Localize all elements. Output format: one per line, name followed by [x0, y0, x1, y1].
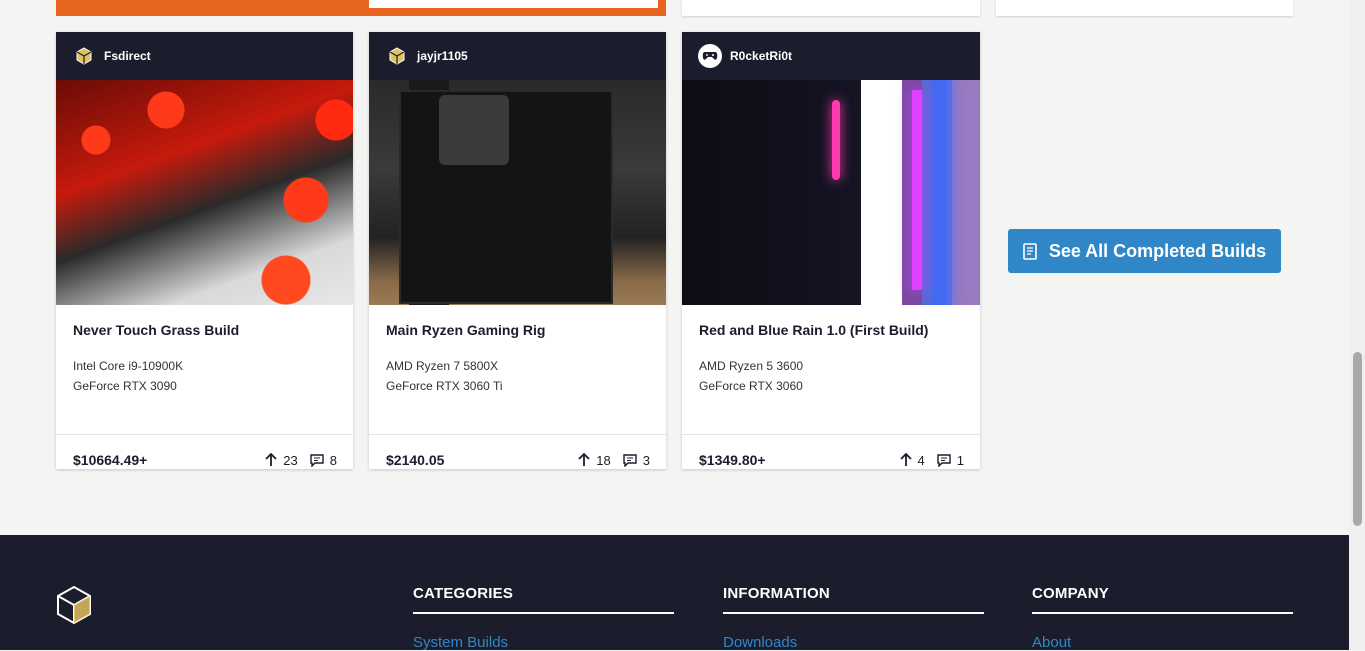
upvote-count: 4 — [917, 452, 925, 468]
comment-count: 8 — [329, 452, 337, 468]
comment-icon — [623, 453, 637, 467]
build-photo[interactable] — [369, 80, 666, 305]
build-photo[interactable] — [56, 80, 353, 305]
footer-column-categories: CATEGORIES System Builds — [413, 585, 674, 651]
build-title[interactable]: Main Ryzen Gaming Rig — [386, 322, 650, 338]
site-footer: CATEGORIES System Builds INFORMATION Dow… — [0, 535, 1349, 651]
username-link[interactable]: Fsdirect — [104, 49, 151, 63]
page-scrollbar[interactable] — [1349, 0, 1365, 650]
see-all-label: See All Completed Builds — [1048, 240, 1267, 261]
logo-icon[interactable] — [56, 585, 92, 630]
upvote-count: 18 — [596, 452, 611, 468]
arrow-up-icon — [578, 453, 590, 466]
comment-stat[interactable]: 8 — [310, 453, 337, 468]
upvote-stat[interactable]: 23 — [265, 452, 298, 468]
gamepad-icon — [698, 44, 722, 68]
cpu-spec: Intel Core i9-10900K — [73, 359, 184, 373]
scrollbar-thumb[interactable] — [1353, 352, 1362, 526]
build-title[interactable]: Red and Blue Rain 1.0 (First Build) — [699, 322, 964, 338]
card-header: R0cketRi0t — [682, 32, 980, 80]
comment-stat[interactable]: 3 — [623, 453, 650, 468]
arrow-up-icon — [899, 453, 912, 466]
build-price: $10664.49+ — [73, 452, 148, 468]
build-card[interactable]: R0cketRi0t Red and Blue Rain 1.0 (First … — [682, 32, 980, 469]
build-title[interactable]: Never Touch Grass Build — [73, 322, 337, 338]
previous-card-partial — [682, 0, 980, 16]
comment-icon — [310, 453, 324, 467]
gpu-spec: GeForce RTX 3060 Ti — [386, 379, 503, 393]
footer-link-system-builds[interactable]: System Builds — [413, 634, 674, 651]
previous-card-partial — [56, 0, 666, 16]
see-all-builds-button[interactable]: See All Completed Builds — [1008, 229, 1281, 273]
card-header: Fsdirect — [56, 32, 353, 80]
comment-stat[interactable]: 1 — [937, 453, 964, 468]
footer-link-about[interactable]: About — [1032, 634, 1293, 651]
footer-heading: CATEGORIES — [413, 585, 674, 614]
gpu-spec: GeForce RTX 3090 — [73, 379, 177, 393]
gpu-spec: GeForce RTX 3060 — [699, 379, 803, 393]
arrow-up-icon — [265, 453, 277, 466]
footer-link-downloads[interactable]: Downloads — [723, 634, 984, 651]
build-card[interactable]: Fsdirect Never Touch Grass Build Intel C… — [56, 32, 353, 469]
build-price: $1349.80+ — [699, 452, 766, 468]
comment-count: 3 — [642, 452, 650, 468]
footer-column-company: COMPANY About — [1032, 585, 1293, 651]
comment-icon — [937, 453, 951, 467]
previous-card-partial — [996, 0, 1293, 16]
build-price: $2140.05 — [386, 452, 445, 468]
username-link[interactable]: jayjr1105 — [417, 49, 468, 63]
build-card[interactable]: jayjr1105 Main Ryzen Gaming Rig AMD Ryze… — [369, 32, 666, 469]
upvote-stat[interactable]: 18 — [578, 452, 611, 468]
upvote-count: 23 — [283, 452, 298, 468]
upvote-stat[interactable]: 4 — [899, 452, 925, 468]
cube-icon — [385, 44, 409, 68]
document-icon — [1023, 242, 1037, 260]
cube-icon — [72, 44, 96, 68]
cpu-spec: AMD Ryzen 5 3600 — [699, 359, 804, 373]
username-link[interactable]: R0cketRi0t — [730, 49, 792, 63]
footer-heading: INFORMATION — [723, 585, 984, 614]
cpu-spec: AMD Ryzen 7 5800X — [386, 359, 499, 373]
build-photo[interactable] — [682, 80, 980, 305]
comment-count: 1 — [956, 452, 964, 468]
card-header: jayjr1105 — [369, 32, 666, 80]
footer-heading: COMPANY — [1032, 585, 1293, 614]
footer-column-information: INFORMATION Downloads — [723, 585, 984, 651]
